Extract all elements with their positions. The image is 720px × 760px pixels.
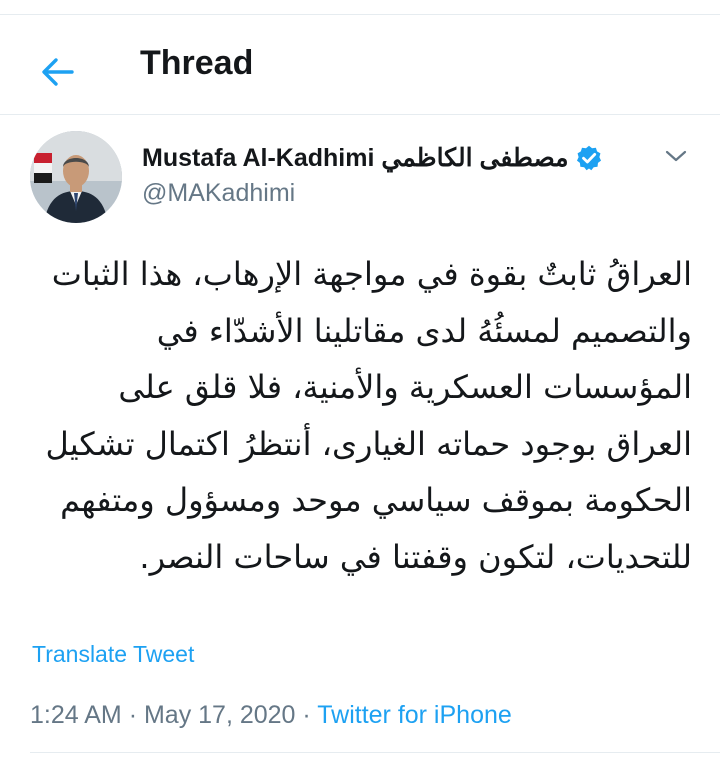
avatar[interactable] bbox=[30, 131, 122, 223]
tweet-meta: 1:24 AM · May 17, 2020 · Twitter for iPh… bbox=[30, 698, 512, 732]
more-options-button[interactable] bbox=[656, 140, 696, 172]
avatar-image bbox=[30, 131, 122, 223]
arrow-left-icon bbox=[42, 58, 74, 86]
tweet-source-link[interactable]: Twitter for iPhone bbox=[317, 701, 512, 729]
author-name-row[interactable]: Mustafa Al-Kadhimi مصطفى الكاظمي bbox=[142, 138, 603, 178]
thread-header: Thread bbox=[0, 15, 720, 115]
tweet-time: 1:24 AM bbox=[30, 701, 122, 729]
meta-separator: · bbox=[128, 701, 138, 729]
verified-badge-icon bbox=[575, 144, 603, 172]
chevron-down-icon bbox=[665, 150, 687, 162]
page-title: Thread bbox=[140, 44, 254, 82]
tweet-date: May 17, 2020 bbox=[143, 701, 296, 729]
author-handle[interactable]: @MAKadhimi bbox=[142, 176, 295, 210]
author-display-name[interactable]: Mustafa Al-Kadhimi مصطفى الكاظمي bbox=[142, 143, 569, 173]
bottom-divider bbox=[30, 752, 720, 753]
translate-tweet-link[interactable]: Translate Tweet bbox=[32, 638, 194, 670]
tweet-text: العراقُ ثابتٌ بقوة في مواجهة الإرهاب، هذ… bbox=[45, 255, 692, 576]
back-button[interactable] bbox=[34, 49, 80, 95]
meta-separator: · bbox=[302, 701, 311, 729]
